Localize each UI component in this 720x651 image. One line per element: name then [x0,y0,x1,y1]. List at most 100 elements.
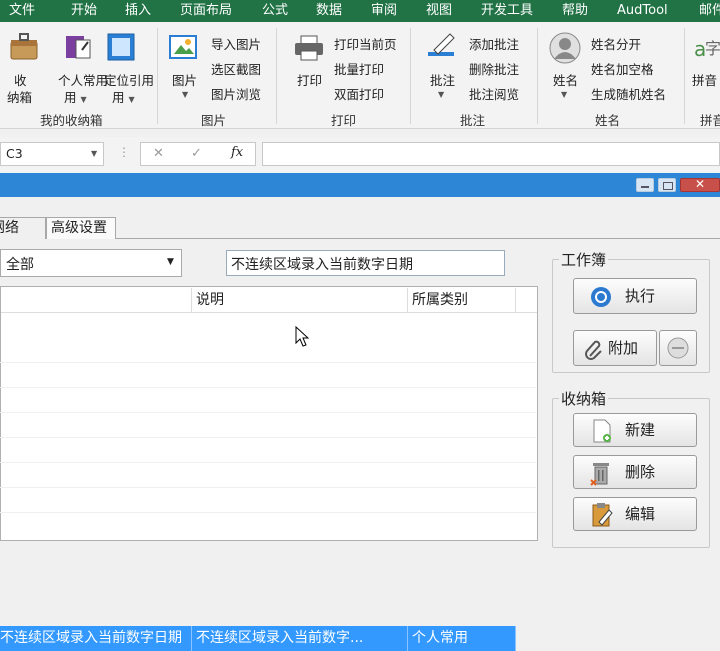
trash-icon [590,460,612,497]
run-button-label: 执行 [625,287,656,305]
row-category-cell[interactable]: 个人常用 [408,626,516,651]
clipboard-edit-icon [591,502,613,539]
grip-icon: ⋮ [118,145,130,159]
tab-audtool[interactable]: AudTool [617,0,668,22]
picture-icon [168,32,200,66]
tab-data[interactable]: 数据 [316,0,342,22]
group-separator [410,28,411,124]
run-button[interactable]: 执行 [573,278,697,314]
import-picture-button[interactable]: 导入图片 [211,34,261,53]
edit-button[interactable]: 编辑 [573,497,697,531]
formula-input[interactable] [262,142,720,166]
dialog-titlebar[interactable] [0,173,720,197]
tab-network-label: 网络 [0,220,19,236]
personal-icon [62,32,94,66]
search-input-value: 不连续区域录入当前数字日期 [231,257,413,273]
attach-button[interactable]: 附加 [573,330,657,366]
column-header-name[interactable] [1,288,192,313]
minus-circle-icon [667,337,689,363]
search-input[interactable]: 不连续区域录入当前数字日期 [226,250,505,276]
grid-line [0,362,536,363]
group-label-storage: 我的收纳箱 [40,113,103,128]
pinyin-button[interactable]: 拼音 [692,70,717,89]
random-name-button[interactable]: 生成随机姓名 [591,84,666,103]
grid-line [0,412,536,413]
picture-dropdown[interactable]: ▼ [182,90,188,99]
grid-line [0,512,536,513]
delete-comment-button[interactable]: 删除批注 [469,59,519,78]
category-select[interactable]: 全部 ▼ [0,249,182,277]
storage-group-title: 收纳箱 [559,388,609,409]
row-name-cell[interactable]: 不连续区域录入当前数字日期 [0,626,192,651]
paperclip-icon [584,338,604,372]
print-button[interactable]: 打印 [297,70,322,89]
tab-view[interactable]: 视图 [426,0,452,22]
personal-common-dropdown[interactable]: 用 ▼ [64,87,87,106]
ribbon: 收 纳箱 个人常用 用 ▼ 定位引用 用 ▼ 我的收纳箱 图片 ▼ 导入图片 选… [0,22,720,129]
tab-insert[interactable]: 插入 [125,0,151,22]
locate-ref-dropdown[interactable]: 用 ▼ [112,87,135,106]
tab-developer[interactable]: 开发工具 [481,0,533,22]
row-name-text: 不连续区域录入当前数字日期 [0,630,182,646]
run-icon [590,286,612,320]
grid-line [0,387,536,388]
tab-review[interactable]: 审阅 [371,0,397,22]
tab-mail[interactable]: 邮件 [699,0,720,22]
name-box-dropdown-icon[interactable]: ▼ [91,149,97,158]
group-separator [157,28,158,124]
attach-button-label: 附加 [608,339,639,357]
column-header-category[interactable]: 所属类别 [408,288,516,313]
comment-button[interactable]: 批注 [430,70,455,89]
name-box[interactable]: C3 ▼ [0,142,104,166]
region-screenshot-button[interactable]: 选区截图 [211,59,261,78]
group-separator [684,28,685,124]
toolbox-icon [8,30,40,66]
name-button[interactable]: 姓名 [553,70,578,89]
row-description-cell[interactable]: 不连续区域录入当前数字... [192,626,408,651]
function-icon[interactable]: fx [231,145,243,160]
grid-line [0,462,536,463]
ribbon-tab-bar: 文件 开始 插入 页面布局 公式 数据 审阅 视图 开发工具 帮助 AudToo… [0,0,720,22]
tab-advanced-settings[interactable]: 高级设置 [46,217,116,239]
edit-button-label: 编辑 [625,505,656,523]
tab-home[interactable]: 开始 [71,0,97,22]
delete-button[interactable]: 删除 [573,455,697,489]
confirm-icon[interactable]: ✓ [191,146,202,161]
category-select-value: 全部 [6,257,34,273]
header-filler [516,288,537,313]
chevron-down-icon[interactable]: ▼ [167,257,174,267]
table-row[interactable]: 不连续区域录入当前数字日期 不连续区域录入当前数字... 个人常用 [0,313,516,651]
storage-box-button-label2[interactable]: 纳箱 [7,87,32,106]
tab-page-layout[interactable]: 页面布局 [180,0,232,22]
locate-icon [106,32,138,66]
group-label-pinyin: 拼音 [700,113,720,128]
name-add-space-button[interactable]: 姓名加空格 [591,59,654,78]
tab-network[interactable]: 网络 [0,217,46,239]
comment-browse-button[interactable]: 批注阅览 [469,84,519,103]
group-label-picture: 图片 [201,113,227,128]
tab-help[interactable]: 帮助 [562,0,588,22]
new-document-icon [592,419,612,454]
picture-button[interactable]: 图片 [172,70,197,89]
remove-attachment-button[interactable] [659,330,697,366]
picture-browse-button[interactable]: 图片浏览 [211,84,261,103]
comment-dropdown[interactable]: ▼ [438,90,444,99]
batch-print-button[interactable]: 批量打印 [334,59,384,78]
new-button[interactable]: 新建 [573,413,697,447]
group-separator [276,28,277,124]
group-separator [537,28,538,124]
grid-line [0,437,536,438]
tab-file[interactable]: 文件 [9,0,35,22]
add-comment-button[interactable]: 添加批注 [469,34,519,53]
tab-formulas[interactable]: 公式 [262,0,288,22]
name-dropdown[interactable]: ▼ [561,90,567,99]
printer-icon [293,34,325,66]
column-header-description[interactable]: 说明 [192,288,408,313]
maximize-button[interactable] [658,178,676,192]
split-name-button[interactable]: 姓名分开 [591,34,641,53]
cancel-icon[interactable]: ✕ [153,146,164,161]
print-current-page-button[interactable]: 打印当前页 [334,34,397,53]
close-button[interactable]: ✕ [680,177,720,192]
duplex-print-button[interactable]: 双面打印 [334,84,384,103]
minimize-button[interactable] [636,178,654,192]
